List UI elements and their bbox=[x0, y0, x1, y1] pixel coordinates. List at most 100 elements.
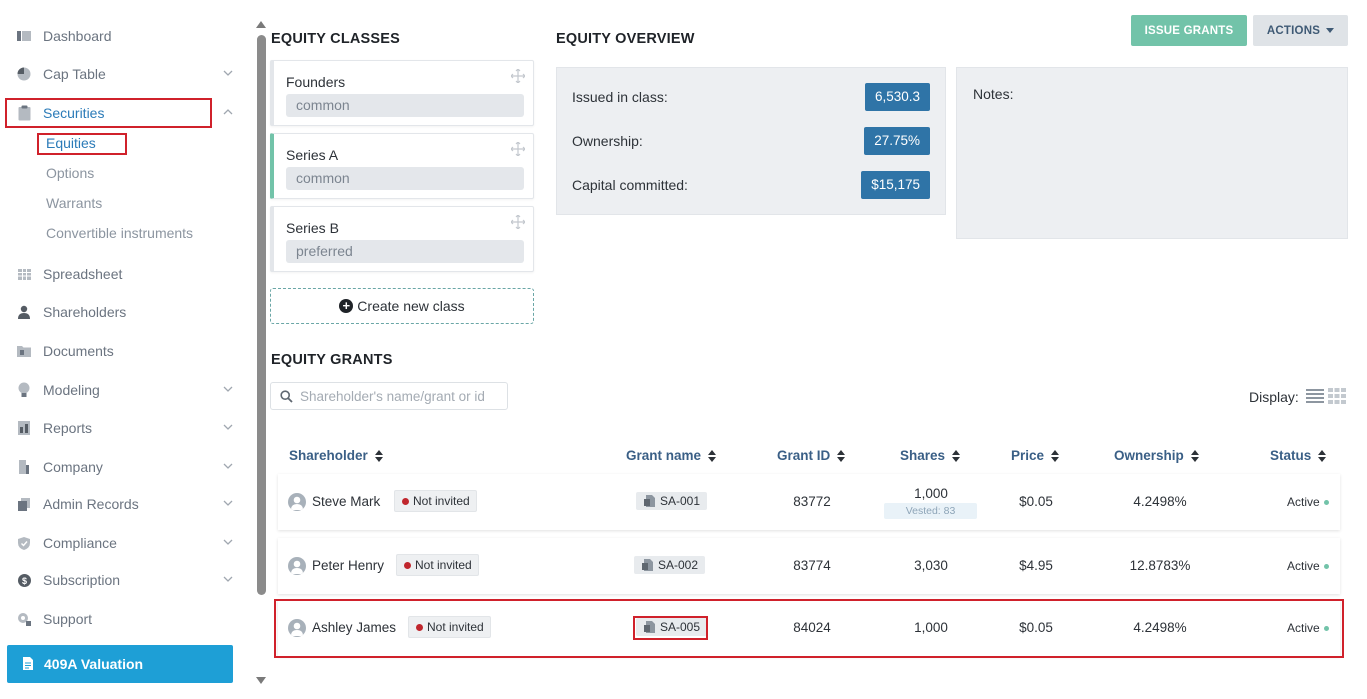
sort-icon bbox=[374, 449, 383, 462]
ownership-cell: 4.2498% bbox=[1133, 494, 1187, 509]
sidebar-item-cap-table[interactable]: Cap Table bbox=[0, 61, 245, 87]
vested-badge: Vested: 83 bbox=[884, 503, 977, 519]
issue-grants-button[interactable]: ISSUE GRANTS bbox=[1131, 15, 1247, 46]
chevron-down-icon bbox=[223, 424, 233, 430]
move-icon[interactable] bbox=[511, 69, 525, 83]
scroll-up-arrow-icon[interactable] bbox=[256, 21, 266, 28]
grant-id-cell: 83772 bbox=[793, 494, 831, 509]
grant-search-input[interactable] bbox=[300, 387, 500, 405]
equities-highlight bbox=[37, 133, 127, 155]
chevron-down-icon bbox=[223, 70, 233, 76]
sidebar-item-reports[interactable]: Reports bbox=[0, 415, 245, 441]
issued-value-badge: 6,530.3 bbox=[864, 83, 930, 111]
invite-status-badge: Not invited bbox=[394, 490, 477, 512]
scrollbar-thumb[interactable] bbox=[257, 35, 266, 595]
column-header-shares[interactable]: Shares bbox=[900, 448, 961, 463]
list-view-icon[interactable] bbox=[1305, 386, 1325, 406]
shares-cell: 1,000 bbox=[914, 486, 948, 501]
move-icon[interactable] bbox=[511, 142, 525, 156]
equity-classes-title: EQUITY CLASSES bbox=[271, 31, 401, 47]
sidebar-item-company[interactable]: Company bbox=[0, 454, 245, 480]
sidebar-subitem-convertible[interactable]: Convertible instruments bbox=[46, 225, 193, 241]
sidebar-subitem-warrants[interactable]: Warrants bbox=[46, 195, 102, 211]
equity-overview-panel: Issued in class: 6,530.3 Ownership: 27.7… bbox=[556, 67, 946, 215]
sidebar-item-admin-records[interactable]: Admin Records bbox=[0, 491, 245, 517]
grant-icon bbox=[644, 495, 655, 507]
shareholder-name[interactable]: Peter Henry bbox=[312, 558, 384, 573]
column-label: Price bbox=[1011, 448, 1045, 463]
table-row[interactable]: Steve Mark Not invited SA-001 83772 1,00… bbox=[278, 474, 1340, 530]
avatar bbox=[288, 557, 306, 575]
sidebar-item-shareholders[interactable]: Shareholders bbox=[0, 299, 245, 325]
sort-icon bbox=[1051, 449, 1060, 462]
sidebar-item-label: Shareholders bbox=[43, 304, 127, 320]
column-label: Status bbox=[1270, 448, 1312, 463]
sort-icon bbox=[708, 449, 717, 462]
class-card-series-b[interactable]: Series B preferred bbox=[270, 206, 534, 272]
report-icon bbox=[16, 420, 32, 436]
dashboard-icon bbox=[16, 28, 32, 44]
table-row[interactable]: Peter Henry Not invited SA-002 83774 3,0… bbox=[278, 538, 1340, 594]
move-icon[interactable] bbox=[511, 215, 525, 229]
securities-highlight bbox=[5, 98, 212, 128]
sidebar-item-modeling[interactable]: Modeling bbox=[0, 377, 245, 403]
valuation-409a-label: 409A Valuation bbox=[44, 656, 144, 672]
folder-icon bbox=[16, 343, 32, 359]
create-new-class-button[interactable]: + Create new class bbox=[270, 288, 534, 324]
price-cell: $4.95 bbox=[1019, 558, 1053, 573]
class-card-series-a[interactable]: Series A common bbox=[270, 133, 534, 199]
grant-name-text: SA-002 bbox=[658, 558, 699, 572]
shareholder-name[interactable]: Steve Mark bbox=[312, 494, 380, 509]
sidebar-item-compliance[interactable]: Compliance bbox=[0, 530, 245, 556]
shares-cell: 3,030 bbox=[914, 558, 948, 573]
grant-name-tag[interactable]: SA-002 bbox=[634, 556, 706, 574]
column-header-ownership[interactable]: Ownership bbox=[1114, 448, 1199, 463]
sidebar-item-label: Cap Table bbox=[43, 66, 106, 82]
row-highlight bbox=[274, 599, 1344, 658]
chevron-up-icon bbox=[223, 109, 233, 115]
grant-icon bbox=[642, 559, 653, 571]
sidebar-item-dashboard[interactable]: Dashboard bbox=[0, 23, 245, 49]
sidebar-item-support[interactable]: Support bbox=[0, 606, 245, 632]
capital-label: Capital committed: bbox=[572, 177, 688, 193]
class-card-founders[interactable]: Founders common bbox=[270, 60, 534, 126]
column-header-shareholder[interactable]: Shareholder bbox=[289, 448, 383, 463]
grant-search-field[interactable] bbox=[270, 382, 508, 410]
equity-overview-title: EQUITY OVERVIEW bbox=[556, 31, 695, 47]
column-header-price[interactable]: Price bbox=[1011, 448, 1060, 463]
valuation-409a-button[interactable]: 409A Valuation bbox=[7, 645, 233, 683]
issued-label: Issued in class: bbox=[572, 89, 668, 105]
person-icon bbox=[16, 304, 32, 320]
column-header-grant-id[interactable]: Grant ID bbox=[777, 448, 846, 463]
support-icon bbox=[16, 611, 32, 627]
display-label: Display: bbox=[1249, 389, 1299, 405]
plus-circle-icon: + bbox=[339, 299, 354, 313]
column-header-grant-name[interactable]: Grant name bbox=[626, 448, 717, 463]
actions-dropdown-button[interactable]: ACTIONS bbox=[1253, 15, 1348, 46]
column-header-status[interactable]: Status bbox=[1270, 448, 1327, 463]
sort-icon bbox=[837, 449, 846, 462]
pie-chart-icon bbox=[16, 66, 32, 82]
sidebar-subitem-options[interactable]: Options bbox=[46, 165, 94, 181]
class-name: Founders bbox=[286, 74, 346, 90]
sidebar-item-label: Admin Records bbox=[43, 496, 139, 512]
caret-down-icon bbox=[1326, 28, 1335, 33]
lightbulb-icon bbox=[16, 382, 32, 398]
ownership-cell: 12.8783% bbox=[1129, 558, 1191, 573]
grid-view-icon[interactable] bbox=[1327, 386, 1347, 406]
class-type: common bbox=[286, 94, 524, 117]
grant-id-cell: 83774 bbox=[793, 558, 831, 573]
sidebar-item-spreadsheet[interactable]: Spreadsheet bbox=[0, 261, 245, 287]
scroll-down-arrow-icon[interactable] bbox=[256, 677, 266, 684]
column-label: Shareholder bbox=[289, 448, 368, 463]
sidebar-item-label: Modeling bbox=[43, 382, 100, 398]
svg-text:$: $ bbox=[21, 576, 26, 586]
document-icon bbox=[23, 657, 33, 670]
class-type: common bbox=[286, 167, 524, 190]
sidebar-item-documents[interactable]: Documents bbox=[0, 338, 245, 364]
search-icon bbox=[280, 390, 293, 403]
column-label: Grant name bbox=[626, 448, 702, 463]
grant-name-tag[interactable]: SA-001 bbox=[636, 492, 708, 510]
sidebar-item-subscription[interactable]: $ Subscription bbox=[0, 567, 245, 593]
notes-panel[interactable]: Notes: bbox=[956, 67, 1348, 239]
